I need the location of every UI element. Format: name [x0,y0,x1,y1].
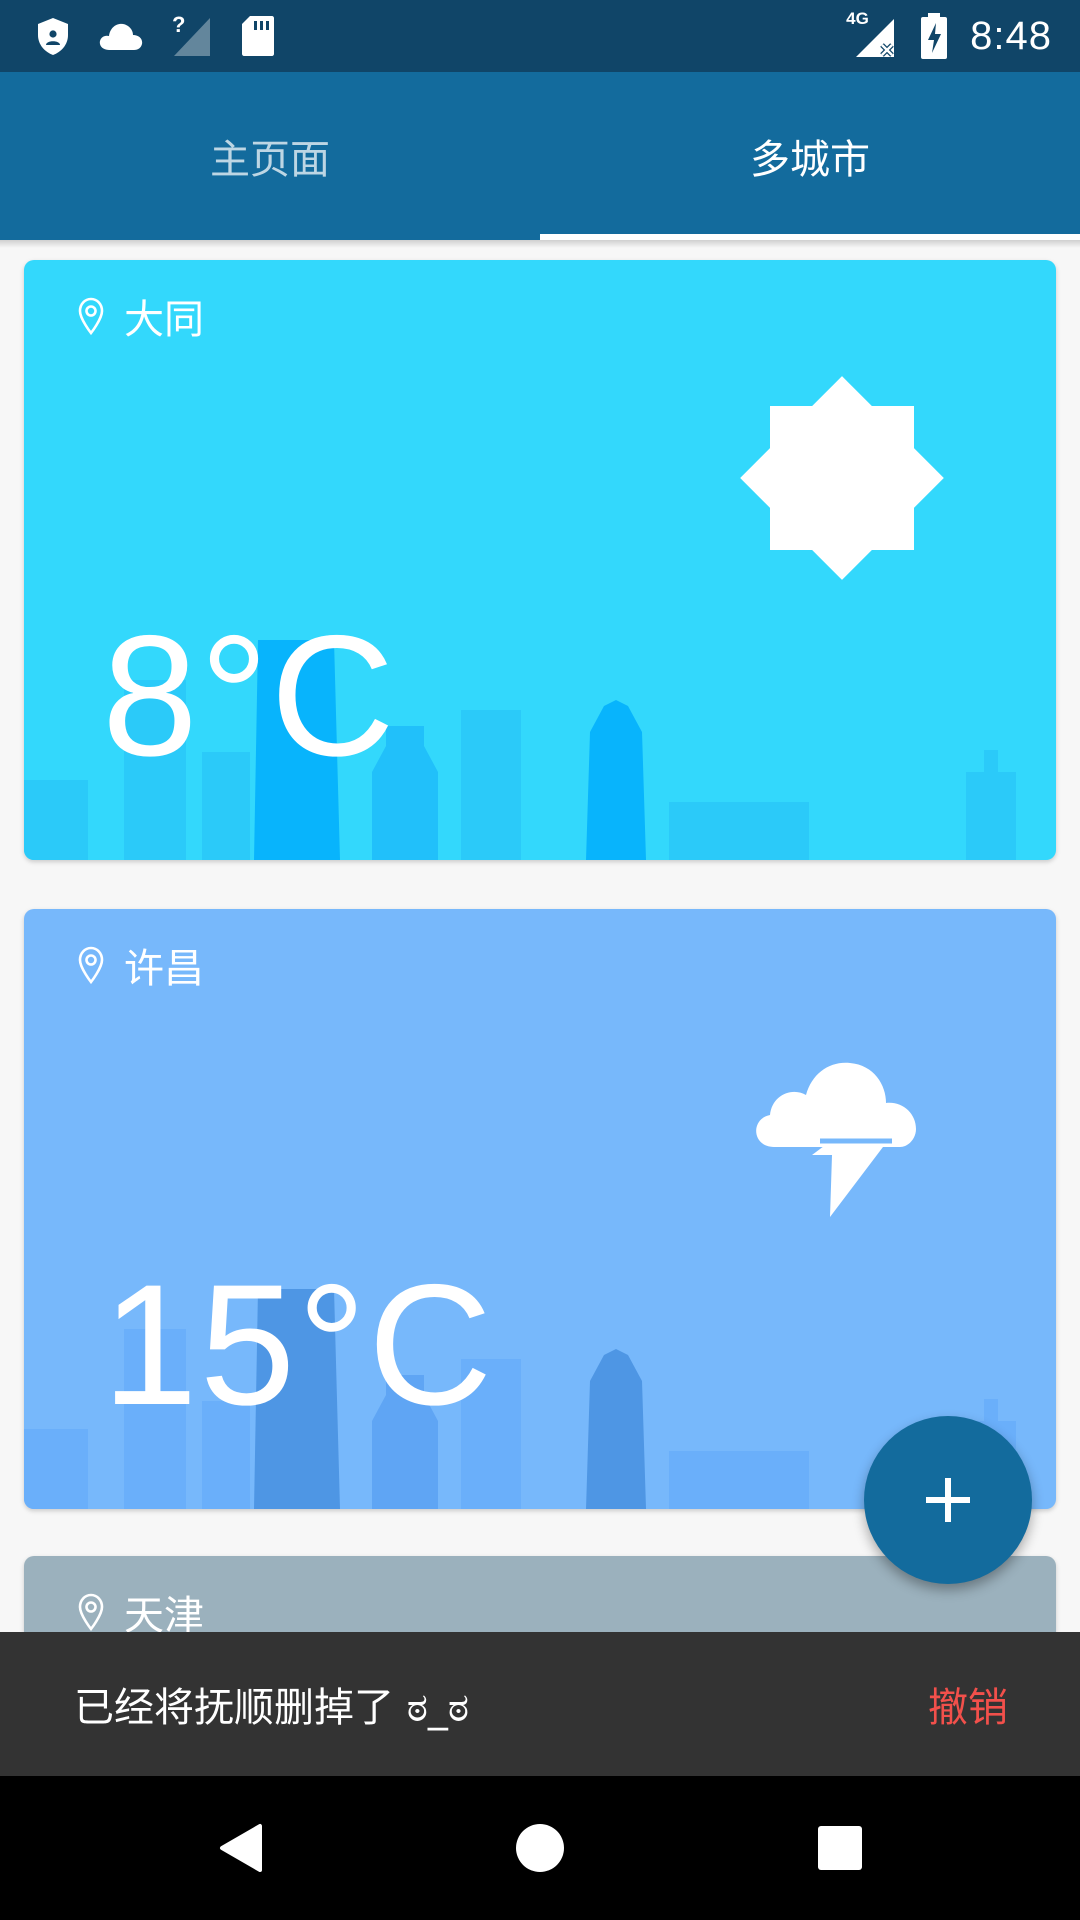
city-name: 许昌 [124,946,204,992]
app-bar: 主页面 多城市 [0,72,1080,240]
status-bar-right: 4G 8:48 [846,9,1052,62]
back-button[interactable] [192,1800,288,1896]
back-icon [220,1824,262,1872]
tab-multi-city-label: 多城市 [750,137,870,183]
city-card-xuchang[interactable]: 许昌 15°C [24,909,1056,1509]
home-button[interactable] [492,1800,588,1896]
city-location-row: 大同 [76,286,204,346]
navigation-bar [0,1776,1080,1920]
undo-button[interactable]: 撤销 [928,1632,1008,1776]
add-city-button[interactable] [864,1416,1032,1584]
temperature: 15°C [102,1249,495,1441]
recents-icon [818,1826,862,1870]
tab-main-page[interactable]: 主页面 [0,72,540,240]
temperature: 8°C [102,600,397,792]
battery-charging-icon [921,13,948,59]
svg-text:?: ? [172,14,185,37]
plus-icon [926,1478,970,1522]
snackbar: 已经将抚顺删掉了 ಠ_ಠ 撤销 [0,1632,1080,1776]
shield-icon [38,18,68,55]
home-icon [516,1824,564,1872]
cloud-icon [99,23,143,50]
clock: 8:48 [970,13,1052,58]
location-pin-icon [78,297,104,336]
city-card-datong[interactable]: 大同 8°C [24,260,1056,860]
city-name: 大同 [124,297,204,343]
tab-main-page-label: 主页面 [210,137,330,183]
signal-4g-icon: 4G [846,9,898,59]
sun-icon [740,376,944,580]
location-pin-icon [78,946,104,985]
tab-multi-city[interactable]: 多城市 [540,72,1080,240]
sd-card-icon [242,16,274,56]
location-pin-icon [78,1593,104,1632]
city-location-row: 许昌 [76,935,204,995]
status-bar-left: ? [36,14,276,58]
snackbar-message: 已经将抚顺删掉了 ಠ_ಠ [74,1685,470,1731]
app-bar-shadow [0,240,1080,248]
thunderstorm-icon [756,1062,916,1217]
recents-button[interactable] [792,1800,888,1896]
status-bar: ? 4G 8:48 [0,0,1080,72]
signal-unknown-icon: ? [172,14,210,56]
